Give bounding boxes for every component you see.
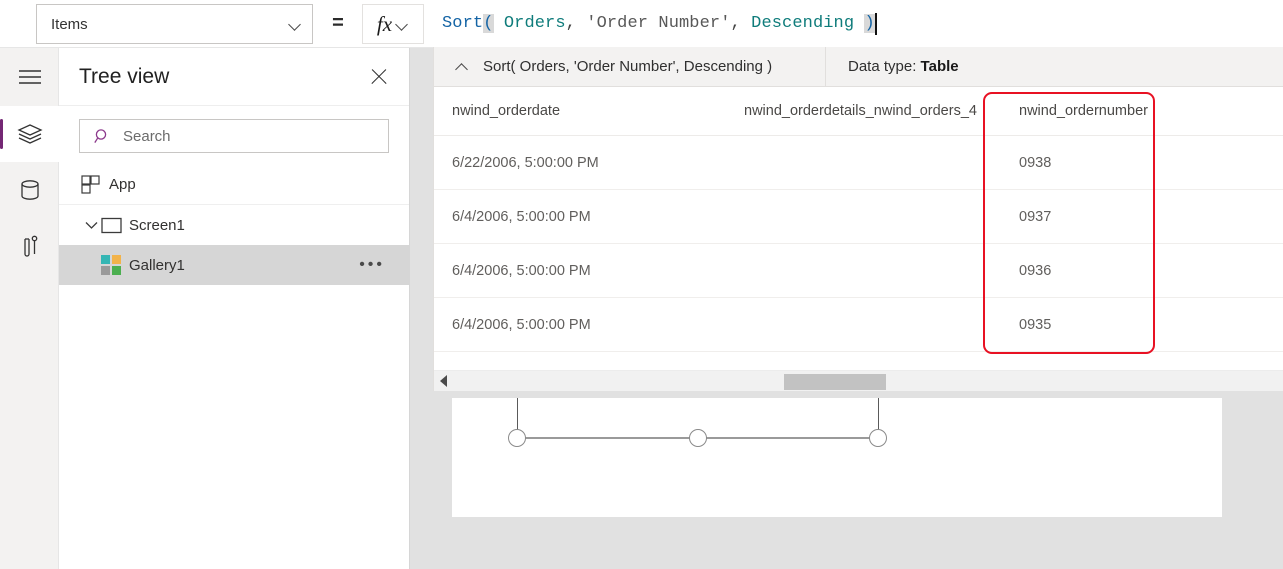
cell-ordernumber: 0937 [1019,208,1052,225]
tree-view-header: Tree view [59,48,409,106]
tree-view-panel: Tree view Search App Screen1 Gallery1 ••… [59,48,410,569]
scroll-left-arrow-icon[interactable] [434,371,452,392]
table-row[interactable]: 6/4/2006, 5:00:00 PM 0937 [434,190,1283,244]
column-header[interactable]: nwind_orderdate [434,103,726,119]
cell-orderdate: 6/4/2006, 5:00:00 PM [452,316,591,333]
cell-ordernumber: 0938 [1019,154,1052,171]
app-grid-icon [81,175,109,194]
formula-bar: Items = fx Sort( Orders, 'Order Number',… [0,0,1283,48]
database-icon [20,180,39,200]
resize-handle[interactable] [869,429,887,447]
hamburger-icon [18,70,41,84]
table-row[interactable]: 6/4/2006, 5:00:00 PM 0935 [434,298,1283,352]
close-icon[interactable] [365,63,393,91]
results-header-bar: Sort( Orders, 'Order Number', Descending… [434,46,1283,87]
chevron-down-icon [289,18,302,31]
property-dropdown-value: Items [51,15,88,33]
formula-token-punc [741,14,751,33]
formula-token-punc [576,14,586,33]
formula-token-paren: ) [864,14,875,33]
data-type-value: Table [920,58,959,75]
formula-token-punc [494,14,504,33]
tree-item-label: Gallery1 [129,256,185,274]
results-formula-echo[interactable]: Sort( Orders, 'Order Number', Descending… [434,46,826,87]
column-header[interactable]: nwind_ordernumber [1001,103,1276,119]
formula-text: Sort( Orders, 'Order Number', Descending… [442,14,875,33]
screen-rect-icon [101,217,129,234]
horizontal-scrollbar[interactable] [434,370,1283,391]
fx-button[interactable]: fx [362,4,424,44]
sidebar-item-data-sources[interactable] [0,162,59,218]
table-header-row: nwind_orderdate nwind_orderdetails_nwind… [434,87,1283,136]
search-container: Search [59,106,409,165]
search-input[interactable]: Search [79,119,389,153]
resize-handle[interactable] [508,429,526,447]
resize-handle[interactable] [689,429,707,447]
panel-title: Tree view [79,64,170,88]
selection-guide-line [878,398,879,431]
search-icon [94,128,107,143]
column-header[interactable]: nwind_orderdetails_nwind_orders_4 [726,103,1001,119]
cell-ordernumber: 0935 [1019,316,1052,333]
canvas-screen[interactable] [452,398,1222,517]
table-row[interactable]: 6/4/2006, 5:00:00 PM 0936 [434,244,1283,298]
cell-ordernumber: 0936 [1019,262,1052,279]
formula-token-punc [854,14,864,33]
hamburger-menu-button[interactable] [0,48,59,106]
cell-orderdate: 6/22/2006, 5:00:00 PM [452,154,599,171]
app-canvas [410,391,1283,569]
formula-token-fn: Sort [442,14,484,33]
cell-orderdate: 6/4/2006, 5:00:00 PM [452,208,591,225]
results-table: nwind_orderdate nwind_orderdetails_nwind… [434,87,1283,369]
formula-token-id: Orders [503,14,566,33]
sidebar-item-tree-view[interactable] [0,106,59,162]
scrollbar-thumb[interactable] [784,374,886,390]
data-type-prefix: Data type: [848,58,917,75]
table-row[interactable]: 6/22/2006, 5:00:00 PM 0938 [434,136,1283,190]
formula-token-punc: , [565,14,576,33]
chevron-down-icon[interactable] [81,221,101,230]
search-placeholder: Search [123,127,171,145]
tree-item-screen1[interactable]: Screen1 [59,205,409,245]
left-icon-rail [0,48,59,569]
results-formula-text: Sort( Orders, 'Order Number', Descending… [483,58,773,75]
layers-icon [16,124,43,144]
cell-orderdate: 6/4/2006, 5:00:00 PM [452,262,591,279]
formula-token-str: 'Order Number' [586,14,731,33]
chevron-up-icon[interactable] [456,60,469,73]
column-header[interactable]: n [1276,103,1283,119]
chevron-down-icon [396,18,409,31]
selection-guide-line [517,398,518,431]
property-dropdown[interactable]: Items [36,4,313,44]
equals-sign: = [332,12,344,34]
tree-item-label: Screen1 [129,216,185,234]
powerapps-studio: Items = fx Sort( Orders, 'Order Number',… [0,0,1283,569]
tree-item-gallery1[interactable]: Gallery1 ••• [59,245,409,285]
more-options-icon[interactable]: ••• [359,256,385,274]
tree-item-label: App [109,176,136,193]
formula-token-id: Descending [751,14,855,33]
formula-input[interactable]: Sort( Orders, 'Order Number', Descending… [433,0,1283,47]
sidebar-item-media[interactable] [0,218,59,274]
formula-token-paren: ( [483,14,494,33]
tree-item-app[interactable]: App [59,165,409,205]
formula-token-punc: , [730,14,741,33]
formula-results-panel: Sort( Orders, 'Order Number', Descending… [433,46,1283,391]
fx-icon: fx [376,11,393,36]
data-type-label: Data type: Table [826,58,959,75]
text-caret [874,12,877,35]
gallery-icon [101,255,129,275]
media-tools-icon [23,235,37,257]
